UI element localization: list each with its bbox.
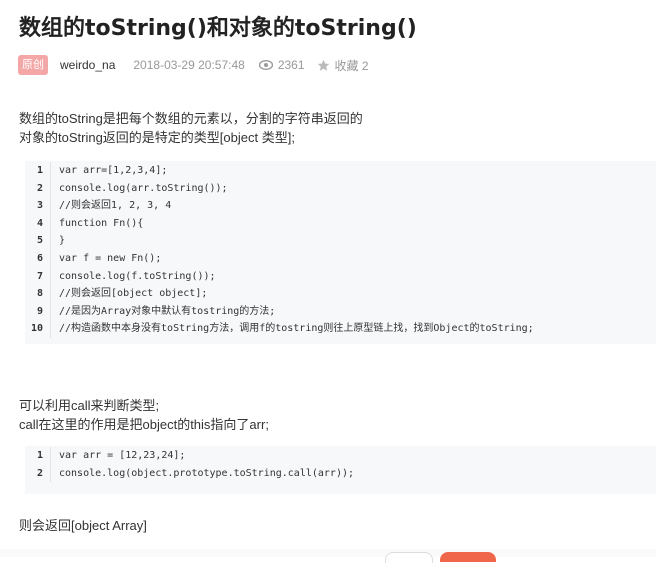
code-line: 6 var f = new Fn(); xyxy=(25,249,656,268)
code-line: 9 //是因为Array对象中默认有tostring的方法; xyxy=(25,302,656,321)
author-link[interactable]: weirdo_na xyxy=(60,58,115,72)
favorite-label: 收藏 2 xyxy=(334,58,369,73)
star-icon xyxy=(317,59,329,71)
line-number: 3 xyxy=(25,197,51,215)
line-number: 8 xyxy=(25,285,51,303)
code-line: 1 var arr=[1,2,3,4]; xyxy=(25,162,656,180)
line-number: 9 xyxy=(25,302,51,321)
line-number: 1 xyxy=(25,447,51,465)
code-text: function Fn(){ xyxy=(59,217,144,229)
toolbar-button-primary[interactable] xyxy=(440,552,496,562)
code-text: var f = new Fn(); xyxy=(59,252,162,264)
publish-date: 2018-03-29 20:57:48 xyxy=(133,58,245,72)
code-line: 1 var arr = [12,23,24]; xyxy=(25,447,656,465)
line-number: 10 xyxy=(25,320,51,338)
line-number: 2 xyxy=(25,179,51,198)
code-text: //则会返回[object object]; xyxy=(59,288,208,300)
code-text: var arr=[1,2,3,4]; xyxy=(59,165,168,176)
code-line: 3 //则会返回1, 2, 3, 4 xyxy=(25,197,656,215)
bottom-toolbar xyxy=(0,549,656,557)
code-line: 10 //构造函数中本身没有toString方法，调用f的tostring则往上原… xyxy=(25,320,656,338)
line-number: 1 xyxy=(25,162,51,180)
code-text: console.log(arr.toString()); xyxy=(59,182,228,194)
code-line: 2 console.log(arr.toString()); xyxy=(25,179,656,198)
code-block-1: 1 var arr=[1,2,3,4]; 2 console.log(arr.toSt… xyxy=(25,161,656,344)
code-text: } xyxy=(59,235,66,247)
view-count-value: 2361 xyxy=(277,58,305,72)
paragraph-1-line-2: 对象的toString返回的是特定的类型[object 类型]; xyxy=(19,130,295,145)
toolbar-button-secondary[interactable] xyxy=(385,552,433,563)
line-number: 7 xyxy=(25,267,51,286)
line-number: 6 xyxy=(25,249,51,268)
code-text: //是因为Array对象中默认有tostring的方法; xyxy=(59,305,276,317)
code-text: //则会返回1, 2, 3, 4 xyxy=(59,200,172,212)
view-count: 2361 xyxy=(258,58,305,72)
code-text: //构造函数中本身没有toString方法，调用f的tostring则往上原型链… xyxy=(59,323,534,335)
paragraph-2: 可以利用call来判断类型; call在这里的作用是把object的this指向… xyxy=(19,396,269,434)
paragraph-2-line-1: 可以利用call来判断类型; xyxy=(19,398,160,413)
code-line: 7 console.log(f.toString()); xyxy=(25,267,656,286)
paragraph-3: 则会返回[object Array] xyxy=(19,518,147,533)
code-text: var arr = [12,23,24]; xyxy=(59,450,186,461)
line-number: 2 xyxy=(25,464,51,483)
line-number: 5 xyxy=(25,232,51,250)
code-text: console.log(f.toString()); xyxy=(59,270,216,282)
code-text: console.log(object.prototype.toString.ca… xyxy=(59,467,355,479)
code-line: 2 console.log(object.prototype.toString.c… xyxy=(25,464,656,483)
original-badge: 原创 xyxy=(18,55,48,75)
code-line: 4 function Fn(){ xyxy=(25,214,656,233)
paragraph-1: 数组的toString是把每个数组的元素以，分割的字符串返回的 对象的toStr… xyxy=(19,109,363,147)
paragraph-1-line-1: 数组的toString是把每个数组的元素以，分割的字符串返回的 xyxy=(19,111,363,126)
code-line: 8 //则会返回[object object]; xyxy=(25,285,656,303)
line-number: 4 xyxy=(25,214,51,233)
article-title: 数组的toString()和对象的toString() xyxy=(19,16,417,41)
code-line: 5} xyxy=(25,232,656,250)
eye-icon xyxy=(258,60,273,70)
code-block-2: 1 var arr = [12,23,24]; 2 console.log(objec… xyxy=(25,446,656,494)
paragraph-2-line-2: call在这里的作用是把object的this指向了arr; xyxy=(19,417,269,432)
favorite-button[interactable]: 收藏 2 xyxy=(317,57,369,74)
article-meta: 原创 weirdo_na 2018-03-29 20:57:48 2361 收藏… xyxy=(18,54,638,76)
